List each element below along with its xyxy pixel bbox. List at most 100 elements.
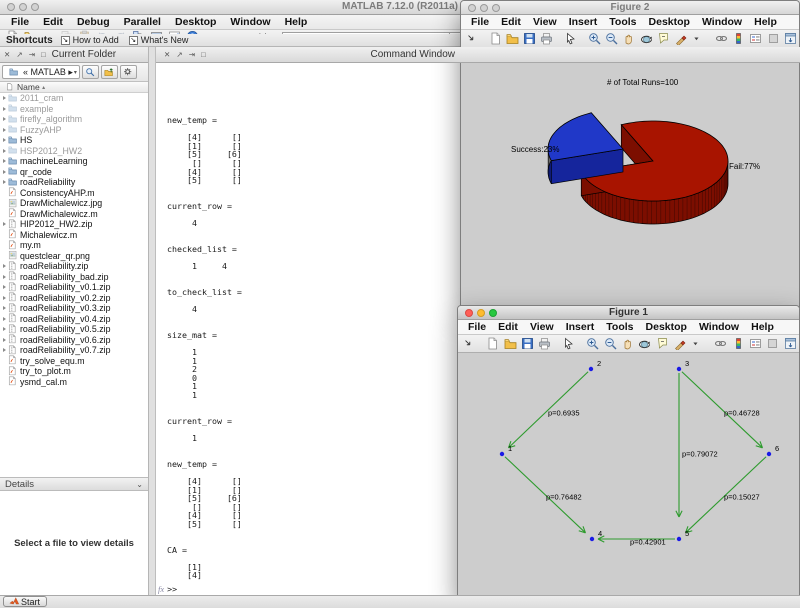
file-row-HIP2012_HW2.zip[interactable]: HIP2012_HW2.zip	[0, 219, 148, 230]
panel-header-icons[interactable]: ✕ ↗ ⇥ □	[164, 50, 208, 59]
command-prompt[interactable]: fx >>	[158, 584, 177, 594]
traffic-lights[interactable]	[7, 3, 39, 11]
print-icon[interactable]	[538, 336, 552, 351]
expand-arrow-icon[interactable]	[0, 285, 8, 290]
current-folder-panel-header[interactable]: ✕ ↗ ⇥ □ Current Folder	[0, 47, 148, 63]
square-gray-icon[interactable]	[766, 336, 780, 351]
menu-file[interactable]: File	[462, 321, 492, 333]
square-gray-icon[interactable]	[766, 31, 780, 46]
new-doc-icon[interactable]	[486, 336, 500, 351]
brush-icon[interactable]	[673, 31, 687, 46]
command-output[interactable]: new_temp = [4] [] [1] [] [5] [6] [] [] […	[167, 116, 242, 595]
menu-desktop[interactable]: Desktop	[640, 321, 693, 333]
menu-edit[interactable]: Edit	[495, 16, 527, 28]
file-row-roadReliability_v0.6.zip[interactable]: roadReliability_v0.6.zip	[0, 335, 148, 346]
pan-hand-icon[interactable]	[622, 31, 636, 46]
expand-arrow-icon[interactable]	[0, 316, 8, 321]
file-row-FuzzyAHP[interactable]: FuzzyAHP	[0, 125, 148, 136]
file-row-HS[interactable]: HS	[0, 135, 148, 146]
file-row-roadReliability_v0.3.zip[interactable]: roadReliability_v0.3.zip	[0, 303, 148, 314]
file-row-Michalewicz.m[interactable]: Michalewicz.m	[0, 230, 148, 241]
figure1-title-bar[interactable]: Figure 1	[458, 306, 799, 320]
file-row-roadReliability_v0.4.zip[interactable]: roadReliability_v0.4.zip	[0, 314, 148, 325]
file-row-roadReliability_v0.7.zip[interactable]: roadReliability_v0.7.zip	[0, 345, 148, 356]
caret-down-icon[interactable]	[691, 31, 705, 46]
file-row-my.m[interactable]: my.m	[0, 240, 148, 251]
file-row-DrawMichalewicz.m[interactable]: DrawMichalewicz.m	[0, 209, 148, 220]
caret-down-icon[interactable]	[690, 336, 704, 351]
pointer-icon[interactable]	[562, 336, 576, 351]
menu-edit[interactable]: Edit	[36, 16, 70, 28]
breadcrumb[interactable]: « MATLAB ▸ ▾	[2, 65, 80, 79]
minimize-icon[interactable]	[19, 3, 27, 11]
expand-arrow-icon[interactable]	[0, 264, 8, 269]
gear-button[interactable]	[119, 65, 137, 80]
rotate-3d-icon[interactable]	[638, 336, 652, 351]
menu-view[interactable]: View	[524, 321, 560, 333]
new-doc-icon[interactable]	[488, 31, 502, 46]
expand-arrow-icon[interactable]	[0, 222, 8, 227]
data-cursor-icon[interactable]	[656, 31, 670, 46]
file-row-DrawMichalewicz.jpg[interactable]: DrawMichalewicz.jpg	[0, 198, 148, 209]
expand-arrow-icon[interactable]	[0, 159, 8, 164]
expand-arrow-icon[interactable]	[0, 348, 8, 353]
expand-arrow-icon[interactable]	[0, 106, 8, 111]
traffic-lights[interactable]	[465, 309, 497, 317]
file-row-example[interactable]: example	[0, 104, 148, 115]
colorbar-icon[interactable]	[732, 31, 746, 46]
menu-window[interactable]: Window	[223, 16, 277, 28]
close-icon[interactable]	[465, 309, 473, 317]
file-row-firefly_algorithm[interactable]: firefly_algorithm	[0, 114, 148, 125]
zoom-out-icon[interactable]	[603, 336, 617, 351]
folder-up-button[interactable]	[100, 65, 118, 79]
menu-edit[interactable]: Edit	[492, 321, 524, 333]
expand-arrow-icon[interactable]	[0, 306, 8, 311]
rotate-3d-icon[interactable]	[639, 31, 653, 46]
expand-arrow-icon[interactable]	[0, 169, 8, 174]
expand-arrow-icon[interactable]	[0, 117, 8, 122]
expand-arrow-icon[interactable]	[0, 96, 8, 101]
menu-desktop[interactable]: Desktop	[168, 16, 223, 28]
link-plots-icon[interactable]	[714, 31, 728, 46]
pan-hand-icon[interactable]	[620, 336, 634, 351]
file-row-roadReliability_v0.1.zip[interactable]: roadReliability_v0.1.zip	[0, 282, 148, 293]
file-row-try_solve_equ.m[interactable]: try_solve_equ.m	[0, 356, 148, 367]
search-button[interactable]	[81, 65, 99, 79]
figure2-title-bar[interactable]: Figure 2	[461, 1, 799, 15]
menu-tools[interactable]: Tools	[603, 16, 642, 28]
open-folder-icon[interactable]	[503, 336, 517, 351]
graph-plot[interactable]: p=0.6935 p=0.46728 p=0.79072 p=0.76482 p=0.1…	[458, 353, 799, 601]
colorbar-icon[interactable]	[731, 336, 745, 351]
file-row-try_to_plot.m[interactable]: try_to_plot.m	[0, 366, 148, 377]
gear-icon[interactable]	[122, 65, 134, 80]
close-icon[interactable]	[468, 4, 476, 12]
details-header[interactable]: Details ⌄	[0, 477, 148, 491]
zoom-in-icon[interactable]	[586, 336, 600, 351]
save-icon[interactable]	[523, 31, 537, 46]
menu-debug[interactable]: Debug	[70, 16, 117, 28]
minimize-icon[interactable]	[477, 309, 485, 317]
zoom-out-icon[interactable]	[605, 31, 619, 46]
file-row-roadReliability[interactable]: roadReliability	[0, 177, 148, 188]
name-column-header[interactable]: Name ▴	[0, 82, 148, 93]
pointer-icon[interactable]	[564, 31, 578, 46]
zoom-window-icon[interactable]	[31, 3, 39, 11]
menu-desktop[interactable]: Desktop	[643, 16, 696, 28]
close-icon[interactable]	[7, 3, 15, 11]
file-row-ysmd_cal.m[interactable]: ysmd_cal.m	[0, 377, 148, 388]
file-row-ConsistencyAHP.m[interactable]: ConsistencyAHP.m	[0, 188, 148, 199]
save-icon[interactable]	[520, 336, 534, 351]
expand-arrow-icon[interactable]	[0, 148, 8, 153]
expand-arrow-icon[interactable]	[0, 337, 8, 342]
menu-help[interactable]: Help	[748, 16, 783, 28]
file-row-roadReliability_bad.zip[interactable]: roadReliability_bad.zip	[0, 272, 148, 283]
file-row-questclear_qr.png[interactable]: questclear_qr.png	[0, 251, 148, 262]
file-row-roadReliability.zip[interactable]: roadReliability.zip	[0, 261, 148, 272]
file-row-roadReliability_v0.2.zip[interactable]: roadReliability_v0.2.zip	[0, 293, 148, 304]
expand-arrow-icon[interactable]	[0, 180, 8, 185]
start-button[interactable]: Start	[3, 596, 48, 607]
breadcrumb-dropdown-icon[interactable]: ▾	[74, 69, 77, 76]
legend-icon[interactable]	[749, 31, 763, 46]
zoom-window-icon[interactable]	[492, 4, 500, 12]
expand-arrow-icon[interactable]	[0, 295, 8, 300]
